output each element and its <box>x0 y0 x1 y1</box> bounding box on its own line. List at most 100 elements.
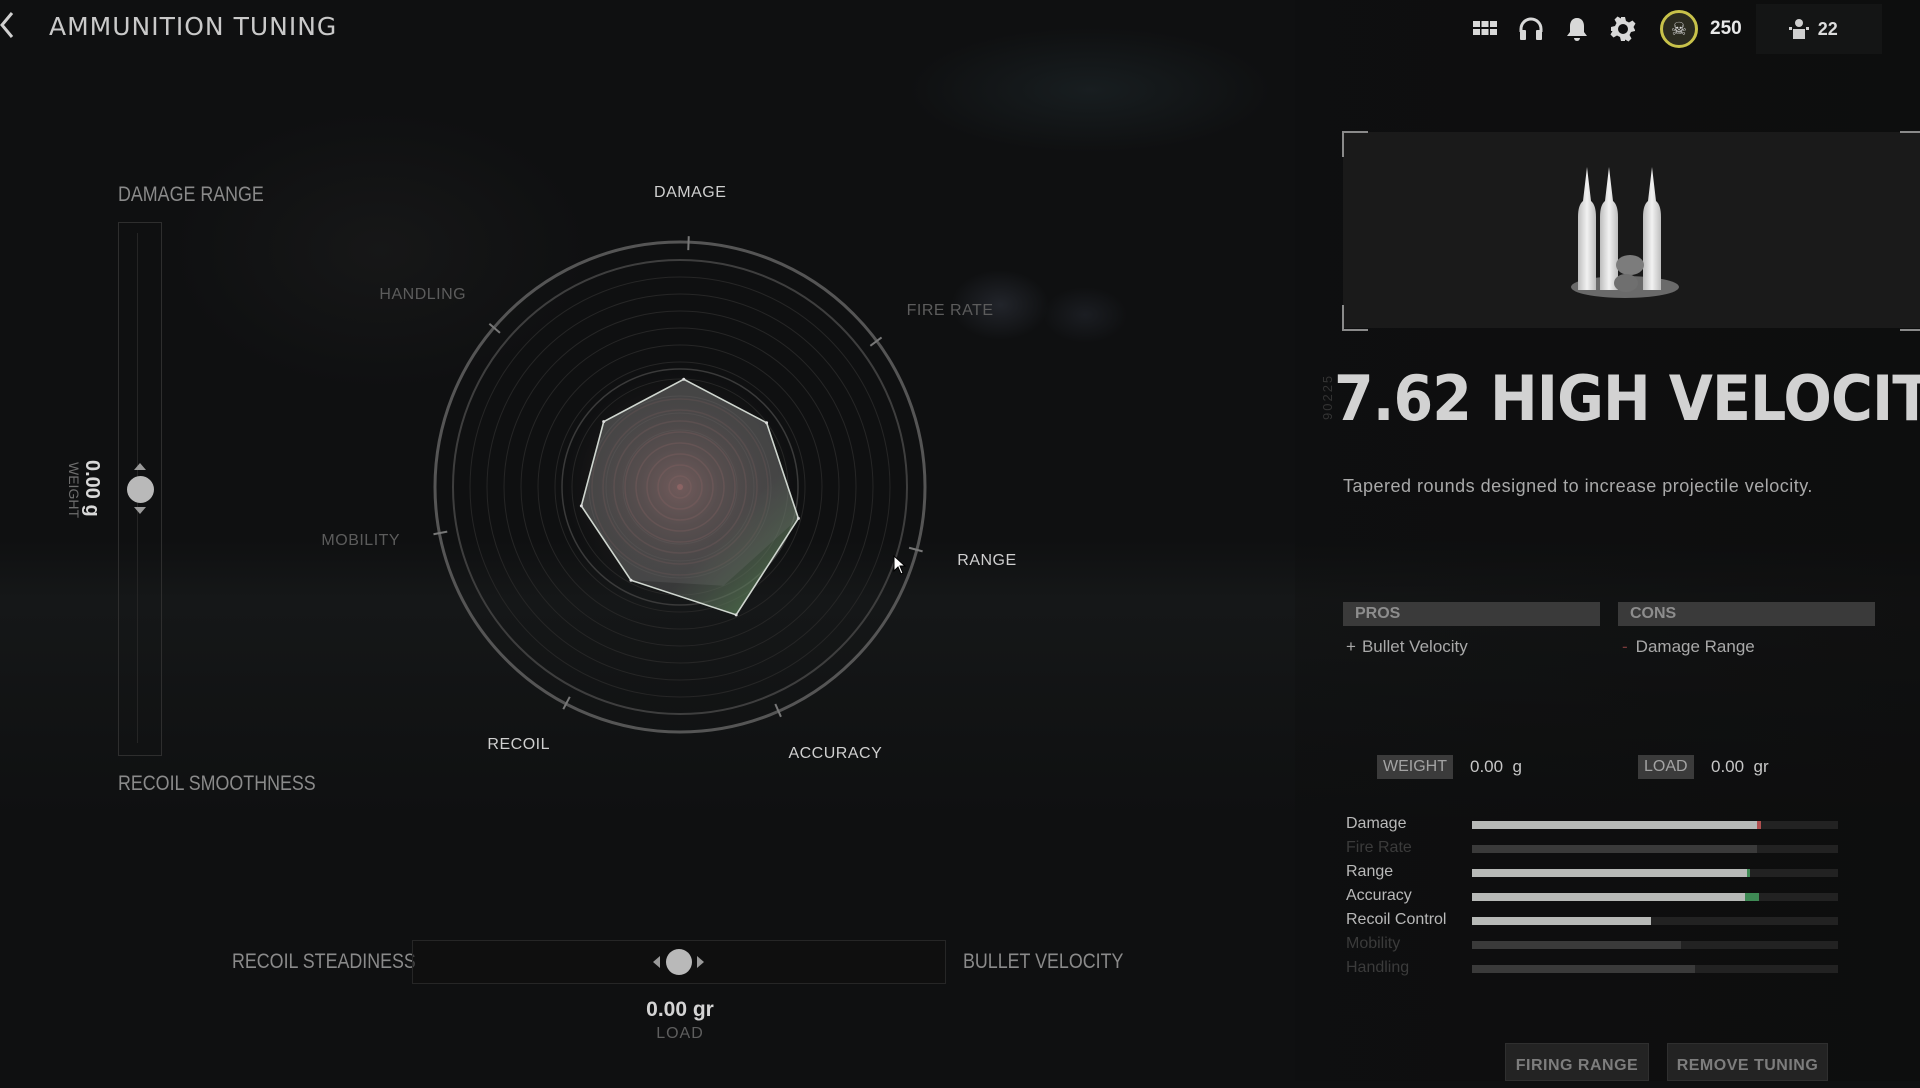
load-unit: gr <box>1754 757 1769 776</box>
party-count: 22 <box>1818 19 1838 40</box>
currency-value: 250 <box>1710 18 1742 40</box>
menu-grid-button[interactable] <box>1462 6 1508 52</box>
radar-axis-label: MOBILITY <box>321 532 400 550</box>
stat-name: Fire Rate <box>1346 837 1412 859</box>
radar-chart <box>420 220 940 740</box>
topbar-right: ☠ 250 22 <box>1462 6 1882 52</box>
ammo-description: Tapered rounds designed to increase proj… <box>1343 476 1813 497</box>
radar-data-point <box>602 420 605 423</box>
stat-row: Range <box>1346 861 1846 885</box>
frame-corner <box>1900 131 1920 157</box>
arrow-down-icon <box>134 507 146 514</box>
stat-name: Damage <box>1346 813 1406 835</box>
load-readout: 0.00 gr <box>1711 755 1769 779</box>
frame-corner <box>1342 305 1368 331</box>
headset-icon <box>1518 16 1544 42</box>
stat-row: Handling <box>1346 957 1846 981</box>
currency-display[interactable]: ☠ 250 <box>1660 10 1742 48</box>
stat-bar <box>1472 917 1838 925</box>
horizontal-left-label: RECOIL STEADINESS <box>232 950 416 974</box>
radar-data-point <box>765 421 768 424</box>
ammo-bullets-icon <box>1550 165 1700 305</box>
stat-bar-fill <box>1472 869 1747 877</box>
frame-corner <box>1900 305 1920 331</box>
radar-axis-label: ACCURACY <box>788 745 882 763</box>
stat-bar-fill <box>1472 941 1681 949</box>
horizontal-tuning-thumb[interactable] <box>666 949 692 975</box>
notifications-button[interactable] <box>1554 6 1600 52</box>
stat-bar <box>1472 941 1838 949</box>
radar-axis-label: RANGE <box>957 552 1016 570</box>
stat-bar-delta <box>1747 869 1751 877</box>
radar-axis-label: HANDLING <box>379 286 466 304</box>
arrow-up-icon <box>134 463 146 470</box>
stat-bar-fill <box>1472 845 1757 853</box>
horizontal-right-label: BULLET VELOCITY <box>963 950 1123 974</box>
stat-row: Accuracy <box>1346 885 1846 909</box>
frame-corner <box>1342 131 1368 157</box>
radar-data-point <box>682 378 685 381</box>
weight-label: WEIGHT <box>66 462 82 518</box>
weight-unit: g <box>1513 757 1522 776</box>
social-button[interactable] <box>1508 6 1554 52</box>
back-button[interactable] <box>0 10 30 46</box>
grid-menu-icon <box>1472 16 1498 42</box>
bell-icon <box>1564 16 1590 42</box>
cons-item-text: Damage Range <box>1636 637 1755 656</box>
pros-header: PROS <box>1343 602 1600 626</box>
stat-bar-delta <box>1757 821 1761 829</box>
stat-bar <box>1472 965 1838 973</box>
stat-row: Damage <box>1346 813 1846 837</box>
stat-bar <box>1472 869 1838 877</box>
load-value: 0.00 gr <box>600 998 760 1022</box>
page-title: AMMUNITION TUNING <box>49 12 337 41</box>
stat-row: Mobility <box>1346 933 1846 957</box>
firing-range-button[interactable]: FIRING RANGE <box>1505 1043 1649 1081</box>
stat-name: Recoil Control <box>1346 909 1446 931</box>
radar-data-point <box>580 504 583 507</box>
radar-data-point <box>630 579 633 582</box>
load-tag: LOAD <box>1638 755 1694 779</box>
chevron-left-icon <box>0 10 14 40</box>
stat-name: Mobility <box>1346 933 1400 955</box>
radar-data-point <box>797 517 800 520</box>
stats-list: DamageFire RateRangeAccuracyRecoil Contr… <box>1346 813 1846 981</box>
radar-axis-label: DAMAGE <box>654 184 726 202</box>
settings-button[interactable] <box>1600 6 1646 52</box>
party-button[interactable]: 22 <box>1756 4 1882 54</box>
radar-data-point <box>735 613 738 616</box>
weight-value: 0.00 g <box>80 460 103 517</box>
ammo-serial: 90225 <box>1320 374 1335 420</box>
weight-tag: WEIGHT <box>1377 755 1453 779</box>
pros-item: + Bullet Velocity <box>1346 637 1468 657</box>
weight-readout: 0.00 g <box>1470 755 1522 779</box>
load-number: 0.00 <box>1711 757 1744 776</box>
arrow-left-icon <box>653 956 660 968</box>
gear-icon <box>1610 16 1636 42</box>
radar-axis-label: RECOIL <box>487 736 550 754</box>
stat-bar <box>1472 845 1838 853</box>
stat-name: Accuracy <box>1346 885 1412 907</box>
stat-name: Range <box>1346 861 1393 883</box>
ammo-name: 7.62 HIGH VELOCITY <box>1334 362 1920 435</box>
stat-bar <box>1472 821 1838 829</box>
radar-axis-tick <box>433 532 447 535</box>
plus-sign: + <box>1346 637 1356 656</box>
load-label: LOAD <box>600 1025 760 1043</box>
vertical-tuning-readout: 0.00 g WEIGHT <box>60 460 120 524</box>
vertical-tuning-thumb[interactable] <box>127 476 154 503</box>
stat-bar-delta <box>1745 893 1760 901</box>
stat-name: Handling <box>1346 957 1409 979</box>
vertical-top-label: DAMAGE RANGE <box>118 183 264 207</box>
arrow-right-icon <box>697 956 704 968</box>
stat-bar-fill <box>1472 917 1651 925</box>
vertical-bottom-label: RECOIL SMOOTHNESS <box>118 772 316 796</box>
cons-header: CONS <box>1618 602 1875 626</box>
stat-bar-fill <box>1472 893 1745 901</box>
pros-item-text: Bullet Velocity <box>1362 637 1468 656</box>
remove-tuning-button[interactable]: REMOVE TUNING <box>1667 1043 1828 1081</box>
stat-bar-fill <box>1472 965 1695 973</box>
stat-bar-fill <box>1472 821 1757 829</box>
cons-item: -Damage Range <box>1622 637 1755 657</box>
weight-number: 0.00 <box>1470 757 1503 776</box>
